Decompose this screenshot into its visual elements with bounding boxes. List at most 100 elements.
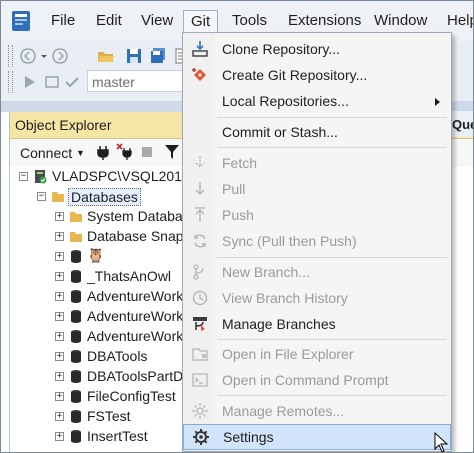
expand-toggle[interactable]: + (55, 232, 64, 241)
dropdown-arrow-icon[interactable] (39, 47, 49, 65)
git-menu-dropdown: Clone Repository... Create Git Repositor… (182, 32, 452, 452)
history-icon (192, 290, 208, 306)
menu-item-commit-or-stash[interactable]: Commit or Stash... (183, 120, 451, 144)
menu-help[interactable]: Help (447, 12, 473, 29)
menu-item-new-branch[interactable]: New Branch... (183, 260, 451, 284)
database-icon (71, 290, 81, 303)
database-icon (71, 330, 81, 343)
database-icon (71, 250, 81, 263)
disconnect-icon[interactable] (116, 143, 134, 161)
tree-label: Databases (68, 188, 141, 206)
expand-toggle[interactable]: + (55, 352, 64, 361)
database-icon (71, 390, 81, 403)
database-icon (71, 410, 81, 423)
database-icon (71, 370, 81, 383)
toolbar-grip[interactable] (8, 71, 13, 93)
menu-item-label: Local Repositories... (222, 93, 349, 109)
expand-toggle[interactable]: + (55, 412, 64, 421)
parse-icon[interactable] (63, 73, 81, 91)
tree-label: InsertTest (87, 428, 148, 444)
connect-button[interactable]: Connect ▼ (20, 145, 85, 161)
gear-icon (193, 429, 209, 445)
debug-icon[interactable] (43, 73, 61, 91)
server-icon (35, 170, 47, 184)
menu-item-label: View Branch History (222, 290, 348, 306)
tree-label: DBAToolsPartDe (87, 368, 192, 384)
expand-toggle[interactable]: + (55, 332, 64, 341)
expand-toggle[interactable]: + (55, 292, 64, 301)
menu-tools[interactable]: Tools (232, 12, 267, 29)
menu-view[interactable]: View (141, 12, 173, 29)
expand-toggle[interactable]: + (55, 252, 64, 261)
menu-item-pull[interactable]: Pull (183, 177, 451, 201)
collapse-toggle[interactable]: − (19, 172, 28, 181)
collapse-toggle[interactable]: − (37, 192, 46, 201)
expand-toggle[interactable]: + (55, 272, 64, 281)
database-icon (71, 430, 81, 443)
menu-item-label: Settings (223, 429, 274, 445)
menu-item-local-repositories[interactable]: Local Repositories... (183, 89, 451, 113)
execute-icon[interactable] (21, 73, 39, 91)
tree-label: _ThatsAnOwl (87, 268, 172, 284)
menu-item-label: Clone Repository... (222, 41, 341, 57)
open-folder-icon[interactable] (97, 47, 115, 65)
menu-separator (217, 117, 447, 118)
menu-item-label: Create Git Repository... (222, 67, 368, 83)
menu-item-label: Open in File Explorer (222, 346, 354, 362)
menu-item-label: Commit or Stash... (222, 124, 338, 140)
menu-window[interactable]: Window (374, 12, 427, 29)
tree-label: DBATools (87, 348, 148, 364)
menu-item-fetch[interactable]: Fetch (183, 151, 451, 175)
expand-toggle[interactable]: + (55, 312, 64, 321)
menu-item-label: Sync (Pull then Push) (222, 233, 357, 249)
menu-item-open-in-file-explorer[interactable]: Open in File Explorer (183, 342, 451, 366)
menu-separator (217, 147, 447, 148)
menu-item-label: Fetch (222, 155, 258, 171)
folder-icon (70, 212, 82, 222)
menu-item-manage-remotes[interactable]: Manage Remotes... (183, 399, 451, 423)
tree-label: System Databas (87, 208, 190, 224)
tree-label: VLADSPC\VSQL2019 ( (52, 168, 199, 184)
forward-icon[interactable] (51, 47, 69, 65)
save-all-icon[interactable] (149, 47, 167, 65)
menu-item-open-in-command-prompt[interactable]: Open in Command Prompt (183, 368, 451, 392)
expand-toggle[interactable]: + (55, 372, 64, 381)
tree-label: AdventureWorks (87, 328, 191, 344)
expand-toggle[interactable]: + (55, 432, 64, 441)
menu-item-label: New Branch... (222, 264, 310, 280)
branch-name: master (92, 74, 135, 90)
tree-label: FileConfigTest (87, 388, 176, 404)
expand-toggle[interactable]: + (55, 392, 64, 401)
menu-item-clone-repository[interactable]: Clone Repository... (183, 37, 451, 61)
application-window: File Edit View Git Tools Extensions Wind… (0, 0, 474, 453)
menu-file[interactable]: File (51, 12, 75, 29)
save-icon[interactable] (125, 47, 143, 65)
menu-item-label: Pull (222, 181, 246, 197)
menu-item-sync[interactable]: Sync (Pull then Push) (183, 229, 451, 253)
object-explorer-title: Object Explorer (15, 117, 112, 133)
back-icon[interactable] (19, 47, 37, 65)
database-icon (71, 270, 81, 283)
mouse-cursor-icon (434, 432, 449, 452)
menu-extensions[interactable]: Extensions (288, 12, 361, 29)
menu-item-view-branch-history[interactable]: View Branch History (183, 286, 451, 310)
menu-item-create-git-repository[interactable]: Create Git Repository... (183, 63, 451, 87)
stop-icon[interactable] (142, 147, 152, 157)
folder-icon (52, 192, 64, 202)
toolbar-grip[interactable] (8, 45, 13, 67)
menu-item-label: Manage Branches (222, 316, 336, 332)
remotes-icon (192, 403, 208, 419)
menu-item-settings[interactable]: Settings (183, 424, 451, 450)
menu-item-push[interactable]: Push (183, 203, 451, 227)
menu-edit[interactable]: Edit (96, 12, 122, 29)
connect-plug-icon[interactable] (96, 145, 110, 161)
tree-label: Database Snaps (87, 228, 191, 244)
new-branch-icon (193, 264, 204, 280)
query-tab-label: Que (452, 117, 473, 132)
connect-label: Connect (20, 145, 73, 161)
branch-selector[interactable]: master (87, 70, 183, 92)
filter-icon[interactable] (164, 144, 180, 160)
menu-item-manage-branches[interactable]: Manage Branches (183, 312, 451, 336)
expand-toggle[interactable]: + (55, 212, 64, 221)
database-icon (71, 310, 81, 323)
